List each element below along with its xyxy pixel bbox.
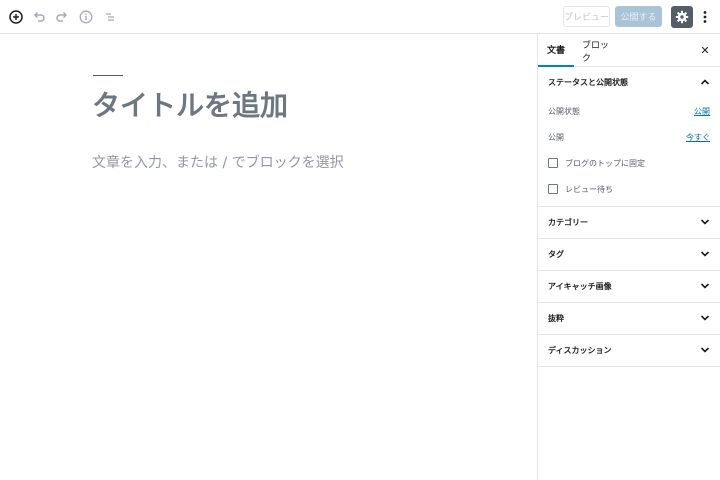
publish-date-link[interactable]: 今すぐ [686, 132, 710, 143]
chevron-down-icon [700, 347, 710, 353]
pending-label: レビュー待ち [565, 184, 613, 194]
more-options-button[interactable] [698, 6, 712, 28]
discussion-panel[interactable]: ディスカッション [538, 335, 720, 367]
pending-row: レビュー待ち [538, 176, 720, 202]
sticky-row: ブログのトップに固定 [538, 150, 720, 176]
chevron-up-icon [700, 79, 710, 85]
categories-panel[interactable]: カテゴリー [538, 207, 720, 239]
undo-icon[interactable] [29, 7, 49, 27]
publish-label: 公開 [548, 132, 564, 142]
panel-title: カテゴリー [548, 218, 588, 227]
editor-toolbar: プレビュー 公開する [0, 0, 720, 34]
info-icon[interactable] [76, 7, 96, 27]
panel-title: アイキャッチ画像 [548, 282, 612, 291]
gear-icon [675, 10, 689, 24]
chevron-down-icon [700, 251, 710, 257]
visibility-label: 公開状態 [548, 106, 580, 116]
excerpt-panel[interactable]: 抜粋 [538, 303, 720, 335]
pending-review-checkbox[interactable] [548, 184, 558, 194]
tab-block[interactable]: ブロック [582, 34, 614, 67]
publish-row: 公開 今すぐ [538, 124, 720, 150]
visibility-row: 公開状態 公開 [538, 98, 720, 124]
tags-panel[interactable]: タグ [538, 239, 720, 271]
add-block-icon[interactable] [6, 7, 26, 27]
close-icon[interactable]: ✕ [698, 43, 712, 57]
status-visibility-panel: ステータスと公開状態 公開状態 公開 公開 今すぐ ブログのトップに固定 レビュ… [538, 67, 720, 207]
post-title-input[interactable]: タイトルを追加 [92, 84, 288, 124]
publish-button[interactable]: 公開する [615, 6, 662, 27]
panel-title: タグ [548, 250, 564, 259]
panel-title: 抜粋 [548, 314, 564, 323]
redo-icon[interactable] [52, 7, 72, 27]
tab-document[interactable]: 文書 [538, 34, 574, 67]
featured-image-panel[interactable]: アイキャッチ画像 [538, 271, 720, 303]
settings-button[interactable] [671, 6, 693, 28]
block-navigation-icon[interactable] [100, 7, 120, 27]
panel-title: ディスカッション [548, 346, 612, 355]
panel-toggle[interactable]: ステータスと公開状態 [538, 67, 720, 98]
chevron-down-icon [700, 283, 710, 289]
title-divider [93, 75, 123, 76]
block-appender[interactable]: 文章を入力、または / でブロックを選択 [92, 152, 344, 172]
visibility-link[interactable]: 公開 [694, 106, 710, 117]
panel-title: ステータスと公開状態 [548, 78, 628, 87]
chevron-down-icon [700, 219, 710, 225]
sticky-checkbox[interactable] [548, 158, 558, 168]
preview-button[interactable]: プレビュー [563, 6, 610, 27]
settings-sidebar: 文書 ブロック ✕ ステータスと公開状態 公開状態 公開 公開 今すぐ ブログの… [537, 34, 720, 480]
sticky-label: ブログのトップに固定 [565, 158, 645, 168]
chevron-down-icon [700, 315, 710, 321]
vertical-ellipsis-icon [703, 11, 707, 23]
sidebar-tabs: 文書 ブロック ✕ [538, 34, 720, 67]
